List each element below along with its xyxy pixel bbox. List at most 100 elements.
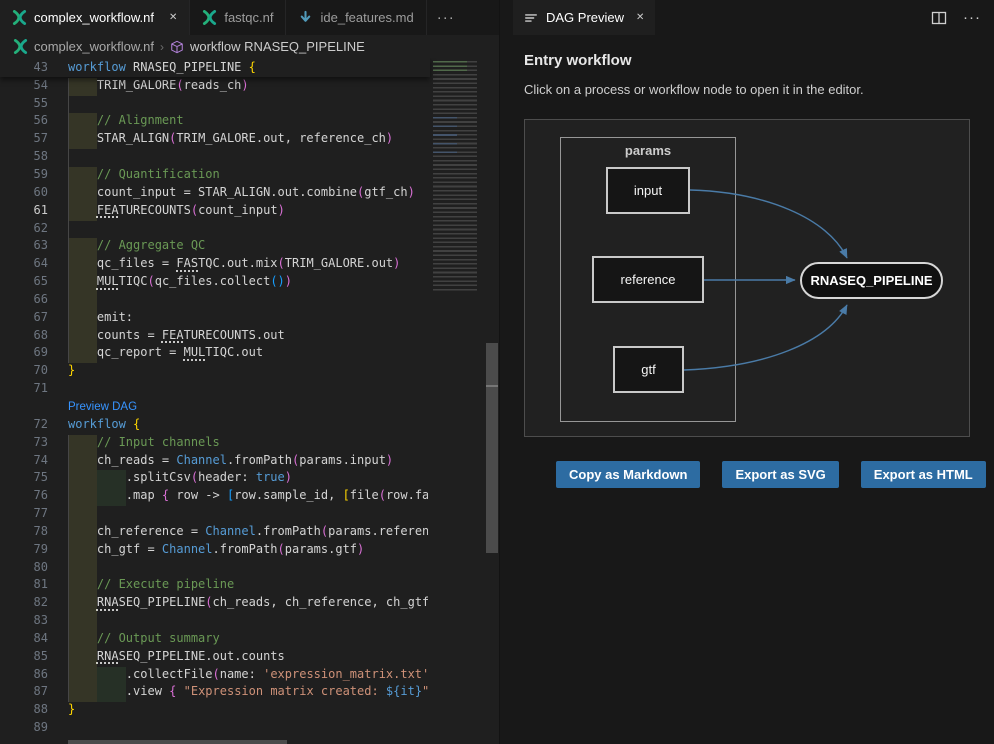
code-line[interactable]: 58 [0, 149, 428, 167]
code-line[interactable]: 75 .splitCsv(header: true) [0, 470, 428, 488]
breadcrumb-file[interactable]: complex_workflow.nf [34, 39, 154, 54]
indent-highlight [68, 577, 97, 595]
sticky-scroll[interactable]: 43 workflow RNASEQ_PIPELINE { [0, 58, 430, 77]
tab-fastqc[interactable]: fastqc.nf [190, 0, 286, 35]
code-line[interactable]: 82 RNASEQ_PIPELINE(ch_reads, ch_referenc… [0, 595, 428, 613]
tab-label: fastqc.nf [224, 10, 273, 25]
dag-node-input[interactable]: input [606, 167, 690, 214]
export-as-html-button[interactable]: Export as HTML [861, 461, 986, 488]
code-line[interactable]: 84 // Output summary [0, 631, 428, 649]
breadcrumb-symbol[interactable]: workflow RNASEQ_PIPELINE [190, 39, 365, 54]
copy-as-markdown-button[interactable]: Copy as Markdown [556, 461, 700, 488]
minimap[interactable] [430, 58, 485, 739]
code-line[interactable]: 68 counts = FEATURECOUNTS.out [0, 328, 428, 346]
code-line[interactable]: 85 RNASEQ_PIPELINE.out.counts [0, 649, 428, 667]
code-line[interactable]: 89 [0, 720, 428, 738]
code-line[interactable]: 70} [0, 363, 428, 381]
code-line[interactable]: 64 qc_files = FASTQC.out.mix(TRIM_GALORE… [0, 256, 428, 274]
code-text: .collectFile(name: 'expression_matrix.tx… [68, 667, 428, 685]
vertical-scrollbar-thumb[interactable] [486, 343, 498, 553]
code-line[interactable]: 55 [0, 96, 428, 114]
indent-highlight [68, 185, 97, 203]
code-line[interactable]: 67 emit: [0, 310, 428, 328]
code-text: RNASEQ_PIPELINE(ch_reads, ch_reference, … [68, 595, 428, 613]
code-line[interactable]: 71 [0, 381, 428, 399]
code-line[interactable]: 57 STAR_ALIGN(TRIM_GALORE.out, reference… [0, 131, 428, 149]
close-tab-icon[interactable]: ✕ [636, 12, 644, 23]
code-line[interactable]: 66 [0, 292, 428, 310]
code-line[interactable]: 63 // Aggregate QC [0, 238, 428, 256]
dag-node-gtf[interactable]: gtf [613, 346, 684, 393]
code-line[interactable]: 80 [0, 560, 428, 578]
panel-actions: ··· [931, 0, 981, 35]
codelens-row[interactable]: Preview DAG [0, 399, 428, 417]
code-line[interactable]: 74 ch_reads = Channel.fromPath(params.in… [0, 453, 428, 471]
code-line[interactable]: 79 ch_gtf = Channel.fromPath(params.gtf) [0, 542, 428, 560]
code-text: qc_report = MULTIQC.out [68, 345, 428, 363]
indent-guide [68, 667, 69, 685]
code-line[interactable]: 87 .view { "Expression matrix created: $… [0, 684, 428, 702]
nextflow-file-icon [202, 10, 217, 25]
code-line[interactable]: 77 [0, 506, 428, 524]
code-text [68, 292, 428, 310]
code-line[interactable]: 81 // Execute pipeline [0, 577, 428, 595]
code-text: } [68, 702, 428, 720]
code-line[interactable]: 72 workflow { [0, 417, 428, 435]
code-text: qc_files = FASTQC.out.mix(TRIM_GALORE.ou… [68, 256, 428, 274]
line-number: 77 [0, 506, 48, 524]
code-line[interactable]: 88} [0, 702, 428, 720]
indent-highlight [68, 78, 97, 96]
indent-guide [68, 577, 69, 595]
dag-node-reference[interactable]: reference [592, 256, 704, 303]
code-text: workflow { [68, 417, 428, 435]
indent-highlight [68, 524, 97, 542]
code-line[interactable]: 59 // Quantification [0, 167, 428, 185]
indent-guide [68, 470, 69, 488]
indent-guide [68, 613, 69, 631]
code-editor[interactable]: 43 workflow RNASEQ_PIPELINE { 54 TRIM_GA… [0, 58, 498, 744]
code-line[interactable]: 56 // Alignment [0, 113, 428, 131]
line-number: 55 [0, 96, 48, 114]
indent-highlight [68, 613, 97, 631]
dag-node-rnaseq-pipeline[interactable]: RNASEQ_PIPELINE [800, 262, 943, 299]
code-text: // Aggregate QC [68, 238, 428, 256]
line-number: 65 [0, 274, 48, 292]
panel-description: Click on a process or workflow node to o… [524, 82, 993, 97]
code-line[interactable]: 65 MULTIQC(qc_files.collect()) [0, 274, 428, 292]
more-actions-icon[interactable]: ··· [963, 9, 981, 26]
indent-highlight [68, 274, 97, 292]
codelens-link[interactable]: Preview DAG [68, 399, 428, 417]
code-line[interactable]: 54 TRIM_GALORE(reads_ch) [0, 78, 428, 96]
line-number: 57 [0, 131, 48, 149]
panel-heading: Entry workflow [524, 52, 993, 69]
code-line[interactable]: 69 qc_report = MULTIQC.out [0, 345, 428, 363]
split-editor-icon[interactable] [931, 10, 947, 26]
horizontal-scrollbar-thumb[interactable] [68, 740, 287, 744]
code-line[interactable]: 60 count_input = STAR_ALIGN.out.combine(… [0, 185, 428, 203]
line-number: 67 [0, 310, 48, 328]
code-line[interactable]: 78 ch_reference = Channel.fromPath(param… [0, 524, 428, 542]
indent-highlight [68, 595, 97, 613]
list-preview-icon [524, 11, 538, 25]
code-line[interactable]: 86 .collectFile(name: 'expression_matrix… [0, 667, 428, 685]
indent-highlight [68, 292, 97, 310]
code-line[interactable]: 83 [0, 613, 428, 631]
more-tabs-button[interactable]: ··· [427, 0, 465, 35]
line-number: 63 [0, 238, 48, 256]
code-line[interactable]: 73 // Input channels [0, 435, 428, 453]
indent-guide [68, 524, 69, 542]
line-number: 66 [0, 292, 48, 310]
tab-ide-features[interactable]: ide_features.md [286, 0, 426, 35]
line-number: 72 [0, 417, 48, 435]
code-line[interactable]: 61 FEATURECOUNTS(count_input) [0, 203, 428, 221]
line-number: 73 [0, 435, 48, 453]
code-line[interactable]: 62 [0, 221, 428, 239]
indent-highlight [68, 167, 97, 185]
close-tab-icon[interactable]: ✕ [169, 12, 177, 23]
export-as-svg-button[interactable]: Export as SVG [722, 461, 838, 488]
tab-complex-workflow[interactable]: complex_workflow.nf ✕ [0, 0, 190, 35]
tab-label: ide_features.md [320, 10, 413, 25]
indent-guide [68, 167, 69, 185]
code-line[interactable]: 76 .map { row -> [row.sample_id, [file(r… [0, 488, 428, 506]
tab-dag-preview[interactable]: DAG Preview ✕ [513, 0, 655, 35]
